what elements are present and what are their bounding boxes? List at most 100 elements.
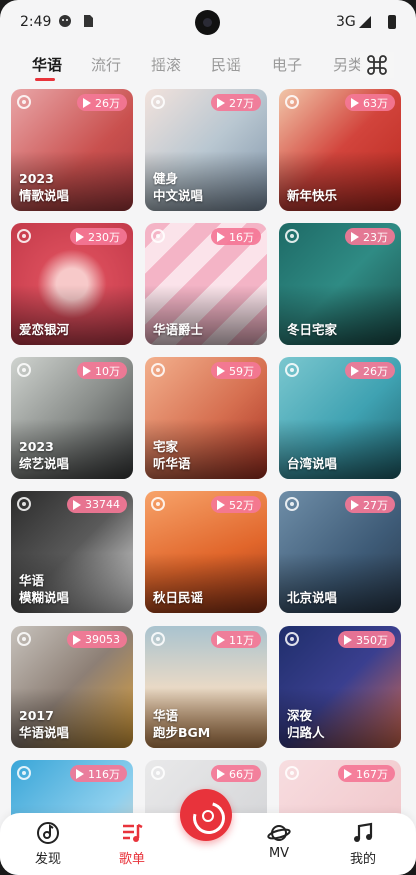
play-icon: [344, 634, 352, 645]
play-count: 27万: [363, 498, 388, 512]
playlist-title: 北京说唱: [287, 590, 338, 605]
music-note-icon: [354, 822, 373, 842]
playlist-card[interactable]: 10万 2023 综艺说唱: [11, 357, 133, 479]
play-count-badge: 63万: [345, 94, 395, 111]
playlist-title: 华语 跑步BGM: [153, 708, 211, 740]
play-icon: [217, 231, 225, 242]
play-icon: [344, 768, 352, 779]
command-grid-icon: [367, 55, 387, 75]
play-icon: [217, 634, 225, 645]
playlist-card[interactable]: 23万冬日宅家: [279, 223, 401, 345]
tab-linglei[interactable]: 另类: [333, 54, 363, 75]
netease-logo-icon: [285, 229, 299, 243]
nav-mine[interactable]: 我的: [328, 813, 398, 875]
play-count-badge: 27万: [345, 496, 395, 513]
playlist-card[interactable]: 52万 秋日民谣: [145, 491, 267, 613]
planet-icon: [267, 825, 291, 841]
netease-logo-icon: [285, 497, 299, 511]
play-count: 350万: [356, 633, 388, 647]
play-count: 27万: [229, 96, 254, 110]
playlist-title: 华语爵士: [153, 322, 204, 337]
netease-logo-icon: [151, 363, 165, 377]
playlist-title: 爱恋银河: [19, 322, 70, 337]
playlist-card[interactable]: 11万华语 跑步BGM: [145, 626, 267, 748]
playlist-card[interactable]: 63万新年快乐: [279, 89, 401, 211]
play-icon: [76, 231, 84, 242]
tab-yaogun[interactable]: 摇滚: [151, 54, 181, 75]
play-count: 11万: [229, 633, 254, 647]
play-count: 26万: [95, 96, 120, 110]
play-icon: [83, 365, 91, 376]
nav-mine-label: 我的: [349, 852, 376, 867]
app-screen: 2:49 3G 华语 流行 摇滚 民谣 电子 另类 26万 2023 情歌说唱 27…: [0, 0, 416, 875]
network-type: 3G: [336, 14, 356, 30]
play-icon: [76, 768, 84, 779]
tab-dianzi[interactable]: 电子: [272, 54, 302, 75]
playlist-card[interactable]: 26万 2023 情歌说唱: [11, 89, 133, 211]
playlist-card[interactable]: 33744 华语 模糊说唱: [11, 491, 133, 613]
play-count-badge: 59万: [211, 362, 261, 379]
playlist-title: 华语 模糊说唱: [19, 573, 70, 605]
playlist-card[interactable]: 230万爱恋银河: [11, 223, 133, 345]
tab-huayu[interactable]: 华语: [32, 54, 62, 75]
active-tab-indicator: [35, 78, 55, 81]
play-count-badge: 116万: [70, 765, 127, 782]
playlist-title: 2017 华语说唱: [19, 708, 70, 740]
play-count-badge: 10万: [77, 362, 127, 379]
play-count-badge: 16万: [211, 228, 261, 245]
play-count-badge: 11万: [211, 631, 261, 648]
play-icon: [73, 634, 81, 645]
category-grid-button[interactable]: [360, 52, 394, 78]
category-tabs: 华语 流行 摇滚 民谣 电子 另类: [0, 48, 416, 84]
playlist-card[interactable]: 39053 2017 华语说唱: [11, 626, 133, 748]
play-icon: [217, 365, 225, 376]
netease-logo-icon: [151, 497, 165, 511]
play-count: 66万: [229, 767, 254, 781]
play-count: 116万: [88, 767, 120, 781]
playlist-title: 2023 综艺说唱: [19, 439, 70, 471]
play-icon: [217, 499, 225, 510]
netease-logo-icon: [17, 632, 31, 646]
nav-discover[interactable]: 发现: [13, 813, 83, 875]
playlist-card[interactable]: 59万 宅家 听华语: [145, 357, 267, 479]
tab-liuxing[interactable]: 流行: [91, 54, 121, 75]
netease-logo-icon: [17, 497, 31, 511]
notification-smiley-icon: [59, 15, 71, 27]
nav-mv[interactable]: MV: [244, 813, 314, 875]
playlist-card[interactable]: 27万北京说唱: [279, 491, 401, 613]
playlist-card[interactable]: 16万华语爵士: [145, 223, 267, 345]
nav-discover-label: 发现: [34, 852, 61, 867]
play-count: 230万: [88, 230, 120, 244]
playlist-title: 健身 中文说唱: [153, 171, 204, 203]
playlist-card[interactable]: 27万健身 中文说唱: [145, 89, 267, 211]
status-bar: 2:49 3G: [0, 0, 416, 44]
playlist-card[interactable]: 350万深夜 归路人: [279, 626, 401, 748]
playlist-title: 冬日宅家: [287, 322, 338, 337]
playlist-icon: [123, 823, 143, 842]
play-count-badge: 66万: [211, 765, 261, 782]
playlist-title: 深夜 归路人: [287, 708, 325, 740]
tab-minyao[interactable]: 民谣: [211, 54, 241, 75]
netease-logo-icon: [17, 766, 31, 780]
play-count: 59万: [229, 364, 254, 378]
playlist-title: 新年快乐: [287, 188, 338, 203]
play-count: 16万: [229, 230, 254, 244]
netease-logo-icon: [285, 95, 299, 109]
netease-logo-icon: [17, 363, 31, 377]
play-count: 26万: [363, 364, 388, 378]
netease-logo-button[interactable]: [180, 789, 232, 841]
playlist-card[interactable]: 26万台湾说唱: [279, 357, 401, 479]
play-count-badge: 39053: [67, 631, 127, 648]
play-count-badge: 33744: [67, 496, 127, 513]
play-count-badge: 23万: [345, 228, 395, 245]
netease-logo-icon: [285, 766, 299, 780]
play-count-badge: 52万: [211, 496, 261, 513]
front-camera: [195, 10, 220, 35]
discover-icon: [37, 822, 59, 844]
playlist-title: 台湾说唱: [287, 456, 338, 471]
nav-mv-label: MV: [268, 846, 290, 861]
nav-playlist[interactable]: 歌单: [97, 813, 167, 875]
play-icon: [351, 499, 359, 510]
sim-card-icon: [84, 15, 93, 27]
netease-logo-icon: [285, 363, 299, 377]
